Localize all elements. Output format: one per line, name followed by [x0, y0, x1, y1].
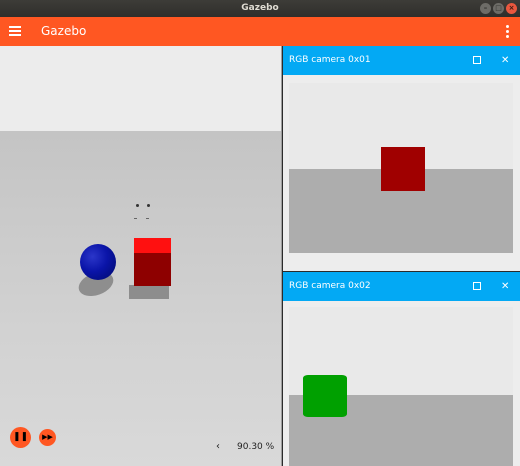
real-time-factor: 90.30 % — [237, 442, 275, 452]
close-panel-icon[interactable]: ✕ — [501, 46, 509, 75]
red-box-model[interactable] — [134, 253, 171, 286]
maximize-button[interactable]: □ — [493, 3, 504, 14]
red-box-model-top[interactable] — [134, 238, 171, 253]
camera-panel-title: RGB camera 0x01 — [289, 55, 371, 65]
maximize-panel-icon[interactable] — [473, 282, 481, 290]
camera-panel-header: RGB camera 0x02 ✕ — [283, 272, 520, 301]
maximize-panel-icon[interactable] — [473, 56, 481, 64]
pause-button[interactable]: ❚❚ — [10, 427, 31, 448]
green-cylinder-in-camera — [303, 375, 347, 417]
camera-panel-2: RGB camera 0x02 ✕ — [283, 272, 520, 466]
camera-marker-icon — [147, 204, 150, 207]
minimize-button[interactable]: – — [480, 3, 491, 14]
close-window-button[interactable]: × — [506, 3, 517, 14]
rtf-expand-icon[interactable]: ‹ — [216, 441, 220, 452]
camera-panel-1: RGB camera 0x01 ✕ — [283, 46, 520, 271]
blue-sphere-model[interactable] — [80, 244, 116, 280]
camera-marker-icon — [134, 218, 137, 219]
camera-marker-icon — [136, 204, 139, 207]
more-options-icon[interactable] — [506, 25, 509, 38]
window-titlebar: Gazebo – □ × — [0, 0, 520, 17]
camera-panel-title: RGB camera 0x02 — [289, 281, 371, 291]
close-panel-icon[interactable]: ✕ — [501, 272, 509, 301]
menu-icon[interactable] — [9, 26, 21, 36]
scene-3d-view[interactable]: ❚❚ ▶▶ ‹ 90.30 % — [0, 46, 282, 466]
camera-panel-header: RGB camera 0x01 ✕ — [283, 46, 520, 75]
window-controls: – □ × — [480, 3, 517, 14]
box-shadow — [129, 285, 169, 299]
app-title: Gazebo — [41, 24, 87, 38]
camera-marker-icon — [146, 218, 149, 219]
scene-sky — [0, 46, 281, 131]
window-title: Gazebo — [241, 3, 279, 13]
step-button[interactable]: ▶▶ — [39, 429, 56, 446]
app-header: Gazebo — [0, 17, 520, 46]
camera-image-view — [289, 83, 513, 253]
camera-image-view — [289, 307, 513, 466]
red-box-in-camera — [381, 147, 425, 191]
